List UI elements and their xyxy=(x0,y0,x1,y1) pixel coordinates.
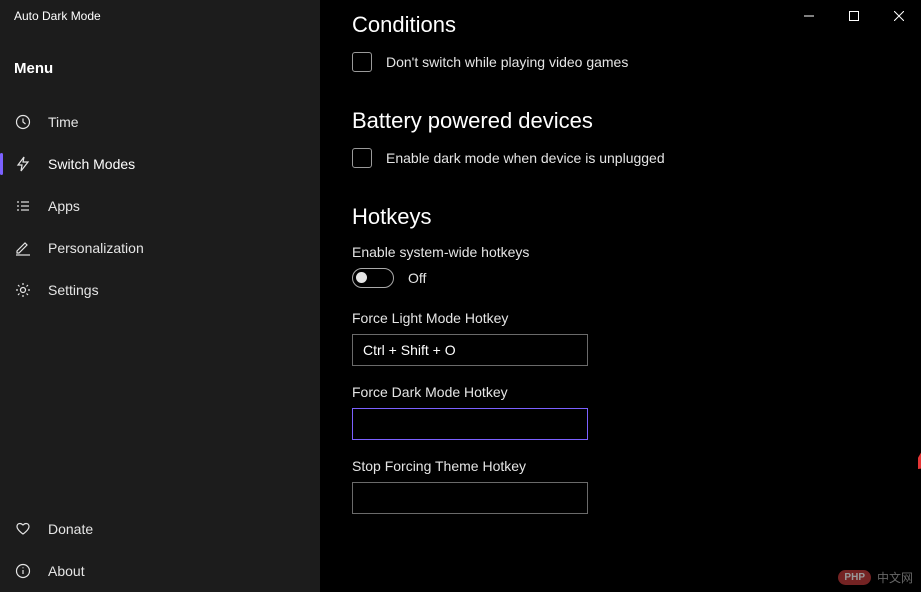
nav-spacer xyxy=(0,311,320,508)
checkbox-video-games[interactable] xyxy=(352,52,372,72)
hotkey-label-light: Force Light Mode Hotkey xyxy=(352,310,889,326)
section-title-hotkeys: Hotkeys xyxy=(352,204,889,230)
app-title: Auto Dark Mode xyxy=(0,9,101,23)
checkbox-label: Don't switch while playing video games xyxy=(386,54,628,70)
info-icon xyxy=(14,562,32,580)
hotkey-group-stop: Stop Forcing Theme Hotkey xyxy=(352,458,889,514)
gear-icon xyxy=(14,281,32,299)
clock-icon xyxy=(14,113,32,131)
window-controls xyxy=(786,0,921,32)
nav-item-settings[interactable]: Settings xyxy=(0,269,320,311)
minimize-button[interactable] xyxy=(786,0,831,32)
nav-item-label: Time xyxy=(48,114,79,130)
checkbox-label: Enable dark mode when device is unplugge… xyxy=(386,150,665,166)
heart-icon xyxy=(14,520,32,538)
minimize-icon xyxy=(804,11,814,21)
maximize-icon xyxy=(849,11,859,21)
checkbox-row-unplugged: Enable dark mode when device is unplugge… xyxy=(352,148,889,168)
nav-top: Time Switch Modes Apps Personalization xyxy=(0,101,320,311)
hotkey-input-stop[interactable] xyxy=(352,482,588,514)
enable-hotkeys-label: Enable system-wide hotkeys xyxy=(352,244,889,260)
nav-item-time[interactable]: Time xyxy=(0,101,320,143)
watermark-badge: PHP xyxy=(838,570,871,585)
close-icon xyxy=(894,11,904,21)
checkbox-unplugged[interactable] xyxy=(352,148,372,168)
hotkey-group-light: Force Light Mode Hotkey xyxy=(352,310,889,366)
hotkey-input-light[interactable] xyxy=(352,334,588,366)
close-button[interactable] xyxy=(876,0,921,32)
sidebar: Menu Time Switch Modes Apps xyxy=(0,0,320,592)
nav-item-switch-modes[interactable]: Switch Modes xyxy=(0,143,320,185)
nav-item-label: About xyxy=(48,563,85,579)
list-icon xyxy=(14,197,32,215)
edit-icon xyxy=(14,239,32,257)
section-title-battery: Battery powered devices xyxy=(352,108,889,134)
toggle-row-hotkeys: Off xyxy=(352,268,889,288)
toggle-hotkeys[interactable] xyxy=(352,268,394,288)
lightning-icon xyxy=(14,155,32,173)
nav-item-label: Donate xyxy=(48,521,93,537)
content-area: Conditions Don't switch while playing vi… xyxy=(320,0,921,592)
hotkey-input-dark[interactable] xyxy=(352,408,588,440)
hotkey-group-dark: Force Dark Mode Hotkey xyxy=(352,384,889,440)
nav-item-label: Settings xyxy=(48,282,99,298)
nav-item-personalization[interactable]: Personalization xyxy=(0,227,320,269)
section-hotkeys: Hotkeys Enable system-wide hotkeys Off F… xyxy=(352,204,889,514)
menu-header: Menu xyxy=(0,44,320,101)
watermark-text: 中文网 xyxy=(877,569,913,586)
checkbox-row-video-games: Don't switch while playing video games xyxy=(352,52,889,72)
maximize-button[interactable] xyxy=(831,0,876,32)
nav-item-apps[interactable]: Apps xyxy=(0,185,320,227)
nav-item-label: Apps xyxy=(48,198,80,214)
watermark: PHP 中文网 xyxy=(838,569,913,586)
nav-item-about[interactable]: About xyxy=(0,550,320,592)
nav-item-label: Personalization xyxy=(48,240,144,256)
titlebar: Auto Dark Mode xyxy=(0,0,921,32)
nav-item-label: Switch Modes xyxy=(48,156,135,172)
section-battery: Battery powered devices Enable dark mode… xyxy=(352,108,889,168)
nav-bottom: Donate About xyxy=(0,508,320,592)
app-root: Auto Dark Mode Menu Time xyxy=(0,0,921,592)
hotkey-label-dark: Force Dark Mode Hotkey xyxy=(352,384,889,400)
nav-item-donate[interactable]: Donate xyxy=(0,508,320,550)
hotkey-label-stop: Stop Forcing Theme Hotkey xyxy=(352,458,889,474)
toggle-state-label: Off xyxy=(408,270,426,286)
